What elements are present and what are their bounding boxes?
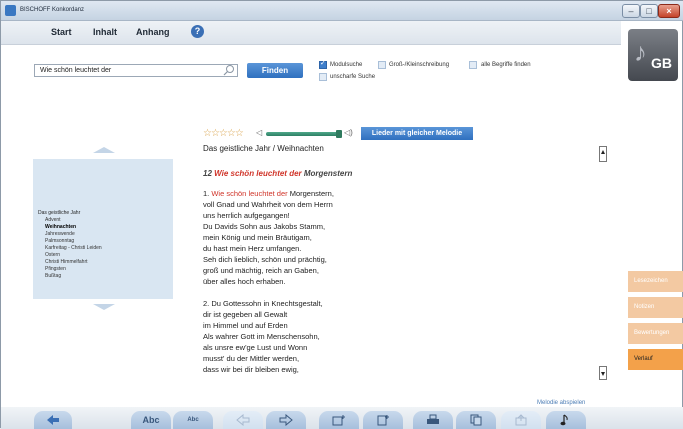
next-button[interactable] <box>266 411 306 429</box>
copy-icon <box>470 414 482 426</box>
verse-line: dir ist gegeben all Gewalt <box>203 310 288 319</box>
close-button[interactable]: × <box>658 4 680 18</box>
hymn-title: 12 Wie schön leuchtet der Morgenstern <box>203 169 352 178</box>
volume-slider[interactable] <box>266 132 341 136</box>
sidebar-item-palmsonntag[interactable]: Palmsonntag <box>45 238 74 244</box>
back-arrow-icon <box>47 415 59 425</box>
sidebar-item-ostern[interactable]: Ostern <box>45 252 60 258</box>
tab-verlauf[interactable]: Verlauf <box>628 349 683 370</box>
sidebar-heading[interactable]: Das geistliche Jahr <box>38 210 80 216</box>
find-button[interactable]: Finden <box>247 63 303 78</box>
verse-line: mein König und mein Bräutigam, <box>203 233 312 242</box>
unscharfe-label: unscharfe Suche <box>330 74 376 80</box>
logo-text: GB <box>651 55 672 71</box>
menu-inhalt[interactable]: Inhalt <box>93 27 117 37</box>
hymn-title-highlight: Wie schön leuchtet der <box>214 169 302 178</box>
help-icon[interactable]: ? <box>191 25 204 38</box>
search-input[interactable]: Wie schön leuchtet der <box>34 64 238 77</box>
export-button[interactable] <box>501 411 541 429</box>
minimize-button[interactable]: – <box>622 4 640 18</box>
volume-slider-handle[interactable] <box>336 130 342 138</box>
modulsuche-label: Modulsuche <box>330 62 363 68</box>
verse-line: über alles hoch erhaben. <box>203 277 286 286</box>
print-button[interactable] <box>413 411 453 429</box>
play-melody-link[interactable]: Melodie abspielen <box>537 400 585 406</box>
tab-lesezeichen[interactable]: Lesezeichen <box>628 271 683 292</box>
menu-start[interactable]: Start <box>51 27 72 37</box>
verse-line: Als wahrer Gott im Menschensohn, <box>203 332 320 341</box>
add-bookmark-button[interactable] <box>319 411 359 429</box>
tab-bewertungen[interactable]: Bewertungen <box>628 323 683 344</box>
sidebar-item-weihnachten[interactable]: Weihnachten <box>45 224 76 230</box>
menu-bar: Start Inhalt Anhang ? <box>1 21 621 45</box>
gross-klein-checkbox[interactable] <box>378 61 386 69</box>
breadcrumb: Das geistliche Jahr / Weihnachten <box>203 144 324 153</box>
previous-button[interactable] <box>223 411 263 429</box>
verse-line: im Himmel und auf Erden <box>203 321 288 330</box>
rating-stars[interactable]: ☆☆☆☆☆ <box>203 128 244 139</box>
sidebar-scroll-down-icon[interactable] <box>93 304 115 310</box>
music-note-icon: ♪ <box>634 37 647 67</box>
title-bar[interactable]: BISCHOFF Konkordanz – □ × <box>1 1 683 21</box>
verse-line: 1. Wie schön leuchtet der Morgenstern, <box>203 189 334 198</box>
unscharfe-checkbox[interactable] <box>319 73 327 81</box>
font-larger-button[interactable]: Abc <box>131 411 171 429</box>
menu-anhang[interactable]: Anhang <box>136 27 170 37</box>
window-title: BISCHOFF Konkordanz <box>20 7 85 13</box>
verse-line: du hast mein Herz umfangen. <box>203 244 302 253</box>
music-note-icon <box>560 414 568 426</box>
sidebar-item-karfreitag[interactable]: Karfreitag - Christi Leiden <box>45 245 102 251</box>
sidebar-scroll-up-icon[interactable] <box>93 147 115 153</box>
app-icon <box>5 5 16 16</box>
verse-line: groß und mächtig, reich an Gaben, <box>203 266 319 275</box>
hymn-title-rest: Morgenstern <box>303 169 353 178</box>
search-icon[interactable] <box>222 63 236 77</box>
maximize-button[interactable]: □ <box>640 4 658 18</box>
volume-high-icon[interactable]: ◁) <box>344 128 353 137</box>
verse-line: als unsre ew'ge Lust und Wonn <box>203 343 308 352</box>
verse-line: Seh dich lieblich, schön und prächtig, <box>203 255 327 264</box>
app-logo: ♪ GB <box>628 29 678 81</box>
hymn-number: 12 <box>203 169 212 178</box>
sidebar-item-advent[interactable]: Advent <box>45 217 61 223</box>
sidebar-item-pfingsten[interactable]: Pfingsten <box>45 266 66 272</box>
gross-klein-label: Groß-/Kleinschreibung <box>389 62 450 68</box>
hymn-content: Das geistliche Jahr / Weihnachten 12 Wie… <box>203 144 597 384</box>
app-window: BISCHOFF Konkordanz – □ × Start Inhalt A… <box>0 0 683 429</box>
alle-begriffe-label: alle Begriffe finden <box>481 62 531 68</box>
arrow-right-icon <box>279 414 293 426</box>
same-melody-button[interactable]: Lieder mit gleicher Melodie <box>361 127 473 140</box>
verse-line: voll Gnad und Wahrheit von dem Herrn <box>203 200 333 209</box>
alle-begriffe-checkbox[interactable] <box>469 61 477 69</box>
add-note-button[interactable] <box>363 411 403 429</box>
verse-line: musst' du der Mittler werden, <box>203 354 300 363</box>
scroll-up-button[interactable] <box>599 146 607 162</box>
export-icon <box>515 414 527 426</box>
verse-line: 2. Du Gottessohn in Knechtsgestalt, <box>203 299 323 308</box>
verse-line: dass wir bei dir bleiben ewig, <box>203 365 299 374</box>
sidebar-item-himmelfahrt[interactable]: Christi Himmelfahrt <box>45 259 88 265</box>
scroll-down-button[interactable] <box>599 366 607 380</box>
font-smaller-button[interactable]: Abc <box>173 411 213 429</box>
play-melody-button[interactable] <box>546 411 586 429</box>
bookmark-add-icon <box>332 415 345 426</box>
verse-line: uns herrlich aufgegangen! <box>203 211 290 220</box>
sidebar-item-busstag[interactable]: Bußtag <box>45 273 61 279</box>
back-button[interactable] <box>34 411 72 429</box>
sidebar-item-jahreswende[interactable]: Jahreswende <box>45 231 75 237</box>
printer-icon <box>427 414 439 424</box>
arrow-left-icon <box>236 414 250 426</box>
modulsuche-checkbox[interactable] <box>319 59 327 69</box>
tab-notizen[interactable]: Notizen <box>628 297 683 318</box>
copy-button[interactable] <box>456 411 496 429</box>
note-add-icon <box>377 415 389 426</box>
volume-low-icon[interactable]: ◁ <box>256 128 262 137</box>
verse-line: Du Davids Sohn aus Jakobs Stamm, <box>203 222 326 231</box>
